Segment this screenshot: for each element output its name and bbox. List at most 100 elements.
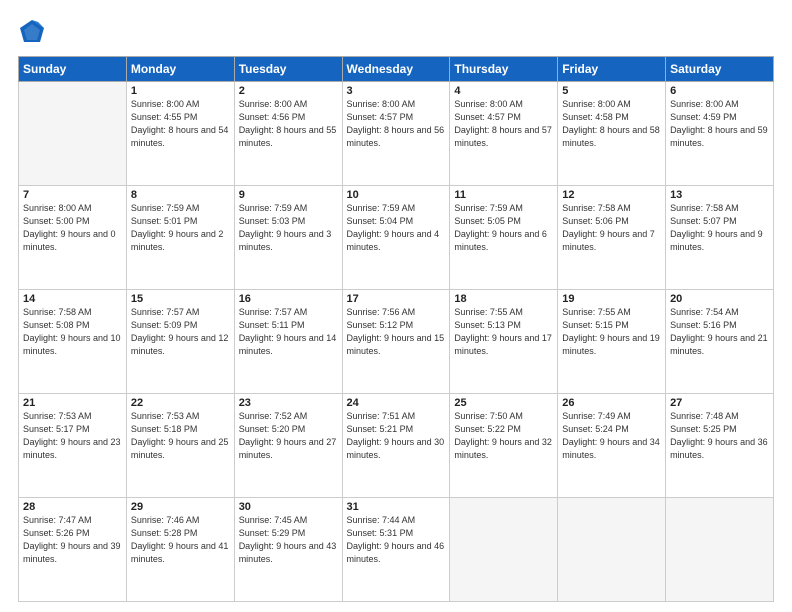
logo xyxy=(18,18,50,46)
calendar-cell: 17Sunrise: 7:56 AMSunset: 5:12 PMDayligh… xyxy=(342,290,450,394)
day-info: Sunrise: 7:55 AMSunset: 5:13 PMDaylight:… xyxy=(454,306,553,358)
day-info: Sunrise: 7:56 AMSunset: 5:12 PMDaylight:… xyxy=(347,306,446,358)
calendar-cell xyxy=(450,498,558,602)
day-info: Sunrise: 7:55 AMSunset: 5:15 PMDaylight:… xyxy=(562,306,661,358)
day-number: 18 xyxy=(454,293,553,305)
day-number: 7 xyxy=(23,189,122,201)
page: SundayMondayTuesdayWednesdayThursdayFrid… xyxy=(0,0,792,612)
logo-icon xyxy=(18,18,46,46)
day-info: Sunrise: 7:53 AMSunset: 5:18 PMDaylight:… xyxy=(131,410,230,462)
day-info: Sunrise: 7:51 AMSunset: 5:21 PMDaylight:… xyxy=(347,410,446,462)
calendar-cell xyxy=(558,498,666,602)
calendar-week-5: 28Sunrise: 7:47 AMSunset: 5:26 PMDayligh… xyxy=(19,498,774,602)
calendar-cell: 28Sunrise: 7:47 AMSunset: 5:26 PMDayligh… xyxy=(19,498,127,602)
day-info: Sunrise: 7:49 AMSunset: 5:24 PMDaylight:… xyxy=(562,410,661,462)
day-number: 4 xyxy=(454,85,553,97)
day-number: 20 xyxy=(670,293,769,305)
day-info: Sunrise: 7:57 AMSunset: 5:11 PMDaylight:… xyxy=(239,306,338,358)
calendar-cell: 18Sunrise: 7:55 AMSunset: 5:13 PMDayligh… xyxy=(450,290,558,394)
day-info: Sunrise: 7:57 AMSunset: 5:09 PMDaylight:… xyxy=(131,306,230,358)
day-number: 22 xyxy=(131,397,230,409)
day-number: 6 xyxy=(670,85,769,97)
day-number: 29 xyxy=(131,501,230,513)
day-number: 8 xyxy=(131,189,230,201)
calendar-cell: 7Sunrise: 8:00 AMSunset: 5:00 PMDaylight… xyxy=(19,186,127,290)
day-number: 10 xyxy=(347,189,446,201)
calendar-cell: 11Sunrise: 7:59 AMSunset: 5:05 PMDayligh… xyxy=(450,186,558,290)
day-number: 30 xyxy=(239,501,338,513)
day-info: Sunrise: 8:00 AMSunset: 4:56 PMDaylight:… xyxy=(239,98,338,150)
day-info: Sunrise: 7:59 AMSunset: 5:05 PMDaylight:… xyxy=(454,202,553,254)
calendar-cell: 25Sunrise: 7:50 AMSunset: 5:22 PMDayligh… xyxy=(450,394,558,498)
day-number: 24 xyxy=(347,397,446,409)
day-number: 23 xyxy=(239,397,338,409)
weekday-header-saturday: Saturday xyxy=(666,57,774,82)
day-number: 26 xyxy=(562,397,661,409)
day-info: Sunrise: 7:59 AMSunset: 5:04 PMDaylight:… xyxy=(347,202,446,254)
calendar-week-1: 1Sunrise: 8:00 AMSunset: 4:55 PMDaylight… xyxy=(19,82,774,186)
calendar-cell: 29Sunrise: 7:46 AMSunset: 5:28 PMDayligh… xyxy=(126,498,234,602)
day-info: Sunrise: 7:48 AMSunset: 5:25 PMDaylight:… xyxy=(670,410,769,462)
day-number: 1 xyxy=(131,85,230,97)
weekday-header-monday: Monday xyxy=(126,57,234,82)
calendar-cell: 12Sunrise: 7:58 AMSunset: 5:06 PMDayligh… xyxy=(558,186,666,290)
day-number: 3 xyxy=(347,85,446,97)
day-number: 27 xyxy=(670,397,769,409)
calendar-cell xyxy=(19,82,127,186)
day-number: 12 xyxy=(562,189,661,201)
calendar-week-4: 21Sunrise: 7:53 AMSunset: 5:17 PMDayligh… xyxy=(19,394,774,498)
day-number: 14 xyxy=(23,293,122,305)
calendar-cell: 4Sunrise: 8:00 AMSunset: 4:57 PMDaylight… xyxy=(450,82,558,186)
calendar-cell: 30Sunrise: 7:45 AMSunset: 5:29 PMDayligh… xyxy=(234,498,342,602)
day-info: Sunrise: 7:58 AMSunset: 5:07 PMDaylight:… xyxy=(670,202,769,254)
weekday-header-thursday: Thursday xyxy=(450,57,558,82)
day-number: 13 xyxy=(670,189,769,201)
weekday-header-row: SundayMondayTuesdayWednesdayThursdayFrid… xyxy=(19,57,774,82)
day-number: 31 xyxy=(347,501,446,513)
weekday-header-friday: Friday xyxy=(558,57,666,82)
calendar-cell: 16Sunrise: 7:57 AMSunset: 5:11 PMDayligh… xyxy=(234,290,342,394)
calendar-cell: 22Sunrise: 7:53 AMSunset: 5:18 PMDayligh… xyxy=(126,394,234,498)
day-info: Sunrise: 8:00 AMSunset: 5:00 PMDaylight:… xyxy=(23,202,122,254)
calendar-cell: 31Sunrise: 7:44 AMSunset: 5:31 PMDayligh… xyxy=(342,498,450,602)
day-info: Sunrise: 7:50 AMSunset: 5:22 PMDaylight:… xyxy=(454,410,553,462)
calendar-cell: 19Sunrise: 7:55 AMSunset: 5:15 PMDayligh… xyxy=(558,290,666,394)
day-number: 2 xyxy=(239,85,338,97)
day-number: 15 xyxy=(131,293,230,305)
calendar-cell: 10Sunrise: 7:59 AMSunset: 5:04 PMDayligh… xyxy=(342,186,450,290)
calendar-cell: 13Sunrise: 7:58 AMSunset: 5:07 PMDayligh… xyxy=(666,186,774,290)
calendar-cell: 20Sunrise: 7:54 AMSunset: 5:16 PMDayligh… xyxy=(666,290,774,394)
header xyxy=(18,18,774,46)
day-info: Sunrise: 7:59 AMSunset: 5:03 PMDaylight:… xyxy=(239,202,338,254)
calendar-cell: 9Sunrise: 7:59 AMSunset: 5:03 PMDaylight… xyxy=(234,186,342,290)
day-info: Sunrise: 7:47 AMSunset: 5:26 PMDaylight:… xyxy=(23,514,122,566)
weekday-header-sunday: Sunday xyxy=(19,57,127,82)
day-number: 9 xyxy=(239,189,338,201)
day-info: Sunrise: 8:00 AMSunset: 4:58 PMDaylight:… xyxy=(562,98,661,150)
calendar-week-2: 7Sunrise: 8:00 AMSunset: 5:00 PMDaylight… xyxy=(19,186,774,290)
calendar-cell: 23Sunrise: 7:52 AMSunset: 5:20 PMDayligh… xyxy=(234,394,342,498)
calendar-cell: 1Sunrise: 8:00 AMSunset: 4:55 PMDaylight… xyxy=(126,82,234,186)
day-number: 25 xyxy=(454,397,553,409)
calendar-cell: 6Sunrise: 8:00 AMSunset: 4:59 PMDaylight… xyxy=(666,82,774,186)
calendar-cell: 27Sunrise: 7:48 AMSunset: 5:25 PMDayligh… xyxy=(666,394,774,498)
day-info: Sunrise: 8:00 AMSunset: 4:57 PMDaylight:… xyxy=(454,98,553,150)
calendar-table: SundayMondayTuesdayWednesdayThursdayFrid… xyxy=(18,56,774,602)
day-info: Sunrise: 7:58 AMSunset: 5:06 PMDaylight:… xyxy=(562,202,661,254)
day-info: Sunrise: 8:00 AMSunset: 4:55 PMDaylight:… xyxy=(131,98,230,150)
day-number: 5 xyxy=(562,85,661,97)
calendar-week-3: 14Sunrise: 7:58 AMSunset: 5:08 PMDayligh… xyxy=(19,290,774,394)
day-info: Sunrise: 7:45 AMSunset: 5:29 PMDaylight:… xyxy=(239,514,338,566)
weekday-header-tuesday: Tuesday xyxy=(234,57,342,82)
day-info: Sunrise: 7:59 AMSunset: 5:01 PMDaylight:… xyxy=(131,202,230,254)
day-number: 11 xyxy=(454,189,553,201)
calendar-cell: 24Sunrise: 7:51 AMSunset: 5:21 PMDayligh… xyxy=(342,394,450,498)
day-number: 17 xyxy=(347,293,446,305)
calendar-cell: 26Sunrise: 7:49 AMSunset: 5:24 PMDayligh… xyxy=(558,394,666,498)
calendar-cell: 2Sunrise: 8:00 AMSunset: 4:56 PMDaylight… xyxy=(234,82,342,186)
day-info: Sunrise: 7:58 AMSunset: 5:08 PMDaylight:… xyxy=(23,306,122,358)
day-info: Sunrise: 8:00 AMSunset: 4:57 PMDaylight:… xyxy=(347,98,446,150)
calendar-cell: 21Sunrise: 7:53 AMSunset: 5:17 PMDayligh… xyxy=(19,394,127,498)
calendar-cell: 3Sunrise: 8:00 AMSunset: 4:57 PMDaylight… xyxy=(342,82,450,186)
day-info: Sunrise: 8:00 AMSunset: 4:59 PMDaylight:… xyxy=(670,98,769,150)
